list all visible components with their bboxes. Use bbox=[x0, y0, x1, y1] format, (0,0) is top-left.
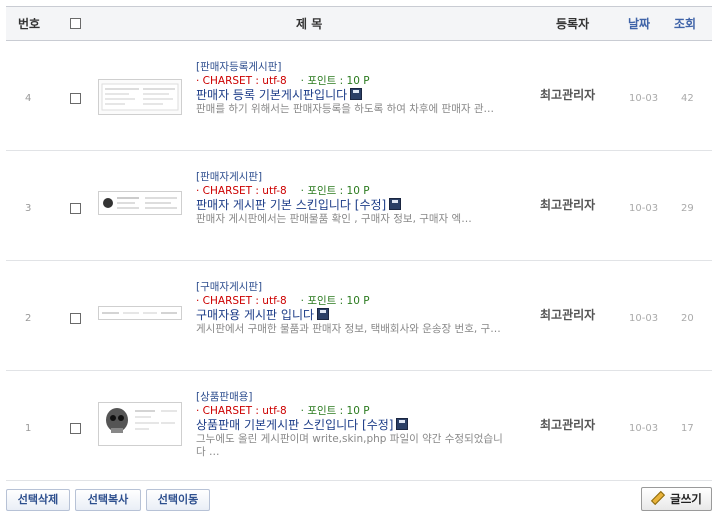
board-list: 번호 제 목 등록자 날짜 조회 4 [판매자등록게시판] · CHARSET … bbox=[6, 6, 712, 481]
edit-tag[interactable]: [수정] bbox=[355, 198, 386, 212]
post-title-link[interactable]: 구매자용 게시판 입니다 bbox=[196, 306, 330, 323]
write-button[interactable]: 글쓰기 bbox=[641, 487, 712, 511]
header-author: 등록자 bbox=[556, 17, 590, 31]
edit-tag[interactable]: [수정] bbox=[362, 418, 393, 432]
disk-icon bbox=[350, 88, 363, 100]
post-row: 3 [판매자게시판] · CHARSET : utf-8 · 포인트 : 10 P… bbox=[6, 151, 712, 261]
post-number: 2 bbox=[25, 313, 32, 324]
post-description: 판매자 게시판에서는 판매물품 확인 , 구매자 정보, 구매자 엑… bbox=[196, 213, 472, 225]
delete-selected-button[interactable]: 선택삭제 bbox=[6, 489, 70, 511]
thumbnail-image bbox=[99, 403, 181, 445]
pencil-icon bbox=[651, 490, 666, 506]
post-description: 게시판에서 구매한 물품과 판매자 정보, 택배회사와 운송장 번호, 구… bbox=[196, 323, 501, 335]
post-row: 4 [판매자등록게시판] · CHARSET : utf-8 · 포인트 : 10… bbox=[6, 41, 712, 151]
post-title-link[interactable]: 상품판매 기본게시판 스킨입니다 [수정] bbox=[196, 416, 409, 433]
post-row: 2 [구매자게시판] · CHARSET : utf-8 · 포인트 : 10 P… bbox=[6, 261, 712, 371]
post-number: 4 bbox=[25, 93, 32, 104]
thumbnail-image bbox=[99, 307, 181, 319]
post-author[interactable]: 최고관리자 bbox=[540, 306, 595, 323]
post-hits: 29 bbox=[681, 203, 694, 214]
row-checkbox[interactable] bbox=[70, 313, 81, 324]
post-title[interactable]: 상품판매 기본게시판 스킨입니다 bbox=[196, 418, 358, 432]
post-author[interactable]: 최고관리자 bbox=[540, 196, 595, 213]
post-thumbnail[interactable] bbox=[98, 191, 182, 215]
write-label: 글쓰기 bbox=[670, 492, 702, 506]
post-date: 10-03 bbox=[629, 423, 659, 434]
post-category[interactable]: [상품판매용] bbox=[196, 389, 253, 404]
post-category[interactable]: [구매자게시판] bbox=[196, 279, 262, 294]
post-number: 3 bbox=[25, 203, 32, 214]
select-all-checkbox[interactable] bbox=[70, 18, 81, 29]
post-date: 10-03 bbox=[629, 313, 659, 324]
disk-icon bbox=[389, 198, 402, 210]
list-header: 번호 제 목 등록자 날짜 조회 bbox=[6, 6, 712, 41]
post-title[interactable]: 판매자 게시판 기본 스킨입니다 bbox=[196, 198, 351, 212]
header-hits[interactable]: 조회 bbox=[674, 15, 696, 32]
post-hits: 42 bbox=[681, 93, 694, 104]
header-title: 제 목 bbox=[296, 17, 323, 31]
thumbnail-image bbox=[99, 192, 181, 214]
copy-selected-button[interactable]: 선택복사 bbox=[75, 489, 141, 511]
disk-icon bbox=[396, 418, 409, 430]
post-row: 1 [상품판매용] · CHARSET : utf-8 · 포인트 : 10 P … bbox=[6, 371, 712, 481]
header-date[interactable]: 날짜 bbox=[628, 15, 650, 32]
row-checkbox[interactable] bbox=[70, 203, 81, 214]
post-title-link[interactable]: 판매자 게시판 기본 스킨입니다 [수정] bbox=[196, 196, 402, 213]
disk-icon bbox=[317, 308, 330, 320]
post-title[interactable]: 판매자 등록 기본게시판입니다 bbox=[196, 88, 347, 102]
move-selected-button[interactable]: 선택이동 bbox=[146, 489, 210, 511]
post-hits: 20 bbox=[681, 313, 694, 324]
row-checkbox[interactable] bbox=[70, 93, 81, 104]
post-author[interactable]: 최고관리자 bbox=[540, 416, 595, 433]
post-category[interactable]: [판매자등록게시판] bbox=[196, 59, 281, 74]
post-description: 판매를 하기 위해서는 판매자등록을 하도록 하여 차후에 판매자 관… bbox=[196, 103, 495, 115]
post-date: 10-03 bbox=[629, 93, 659, 104]
post-thumbnail[interactable] bbox=[98, 79, 182, 115]
thumbnail-image bbox=[101, 83, 179, 111]
row-checkbox[interactable] bbox=[70, 423, 81, 434]
post-author[interactable]: 최고관리자 bbox=[540, 86, 595, 103]
post-hits: 17 bbox=[681, 423, 694, 434]
post-title-link[interactable]: 판매자 등록 기본게시판입니다 bbox=[196, 86, 363, 103]
post-title[interactable]: 구매자용 게시판 입니다 bbox=[196, 308, 314, 322]
post-description: 그누에도 올린 게시판이며 write,skin,php 파일이 약간 수정되었… bbox=[196, 433, 503, 458]
post-number: 1 bbox=[25, 423, 32, 434]
post-date: 10-03 bbox=[629, 203, 659, 214]
post-category[interactable]: [판매자게시판] bbox=[196, 169, 262, 184]
post-thumbnail[interactable] bbox=[98, 306, 182, 320]
header-num: 번호 bbox=[18, 17, 41, 31]
post-thumbnail[interactable] bbox=[98, 402, 182, 446]
